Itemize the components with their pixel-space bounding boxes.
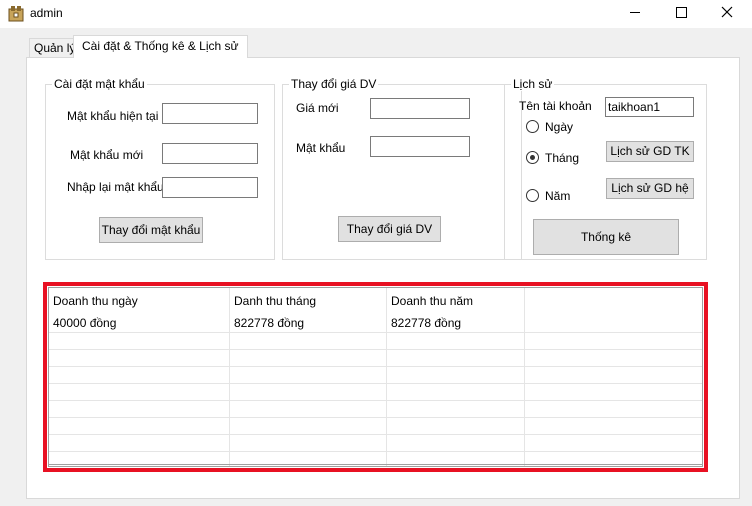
change-price-button[interactable]: Thay đổi giá DV [338, 216, 441, 242]
password-group-legend: Cài đặt mật khẩu [52, 77, 147, 91]
price-group-legend: Thay đổi giá DV [289, 77, 379, 91]
radio-selected-dot [530, 155, 535, 160]
history-group-legend: Lịch sử [511, 77, 555, 91]
column-divider [229, 315, 230, 466]
price-password-field[interactable] [370, 136, 470, 157]
grid-bottom-line [49, 464, 702, 465]
system-history-button[interactable]: Lịch sử GD hệ [606, 178, 694, 199]
row-divider [49, 434, 702, 435]
close-button[interactable] [704, 0, 750, 26]
table-cell-monthly-revenue[interactable]: 822778 đồng [230, 315, 386, 332]
maximize-button[interactable] [658, 0, 704, 26]
column-header-daily-revenue[interactable]: Doanh thu ngày [49, 288, 230, 315]
window-title: admin [30, 6, 63, 20]
new-price-field[interactable] [370, 98, 470, 119]
password-groupbox: Cài đặt mật khẩu Mật khẩu hiện tại Mật k… [45, 77, 275, 260]
account-name-field[interactable]: taikhoan1 [605, 97, 694, 117]
app-icon [8, 6, 24, 22]
radio-ngay-label[interactable]: Ngày [545, 120, 573, 134]
maximize-icon [676, 7, 687, 18]
confirm-password-field[interactable] [162, 177, 258, 198]
radio-nam[interactable] [526, 189, 539, 202]
current-password-label: Mật khẩu hiện tại [67, 109, 159, 123]
row-divider [49, 400, 702, 401]
change-password-button[interactable]: Thay đổi mật khẩu [99, 217, 203, 243]
column-divider [386, 315, 387, 466]
account-name-label: Tên tài khoản [519, 99, 592, 113]
radio-thang-label[interactable]: Tháng [545, 151, 579, 165]
account-history-button[interactable]: Lịch sử GD TK [606, 141, 694, 162]
row-divider [49, 332, 702, 333]
statistics-grid[interactable]: Doanh thu ngày Danh thu tháng Doanh thu … [48, 287, 703, 467]
radio-ngay[interactable] [526, 120, 539, 133]
radio-nam-label[interactable]: Năm [545, 189, 570, 203]
column-header-yearly-revenue[interactable]: Doanh thu năm [387, 288, 525, 315]
confirm-password-label: Nhập lại mật khẩu [67, 180, 164, 194]
row-divider [49, 451, 702, 452]
column-divider [524, 315, 525, 466]
minimize-icon [630, 12, 640, 13]
new-password-label: Mật khẩu mới [70, 148, 144, 162]
close-icon [721, 6, 733, 18]
new-price-label: Giá mới [296, 101, 339, 115]
statistics-button[interactable]: Thống kê [533, 219, 679, 255]
row-divider [49, 349, 702, 350]
row-divider [49, 366, 702, 367]
new-password-field[interactable] [162, 143, 258, 164]
price-groupbox: Thay đổi giá DV Giá mới Mật khẩu Thay đổ… [282, 77, 522, 260]
current-password-field[interactable] [162, 103, 258, 124]
table-cell-yearly-revenue[interactable]: 822778 đồng [387, 315, 524, 332]
minimize-button[interactable] [612, 0, 658, 26]
price-password-label: Mật khẩu [296, 141, 346, 155]
row-divider [49, 417, 702, 418]
row-divider [49, 383, 702, 384]
title-bar: admin [0, 0, 752, 28]
radio-thang[interactable] [526, 151, 539, 164]
history-groupbox: Lịch sử Tên tài khoản taikhoan1 Ngày Thá… [504, 77, 707, 260]
tab-cai-dat-thong-ke-lich-su[interactable]: Cài đặt & Thống kê & Lịch sử [73, 35, 248, 58]
table-cell-daily-revenue[interactable]: 40000 đồng [49, 315, 229, 332]
column-header-monthly-revenue[interactable]: Danh thu tháng [230, 288, 387, 315]
